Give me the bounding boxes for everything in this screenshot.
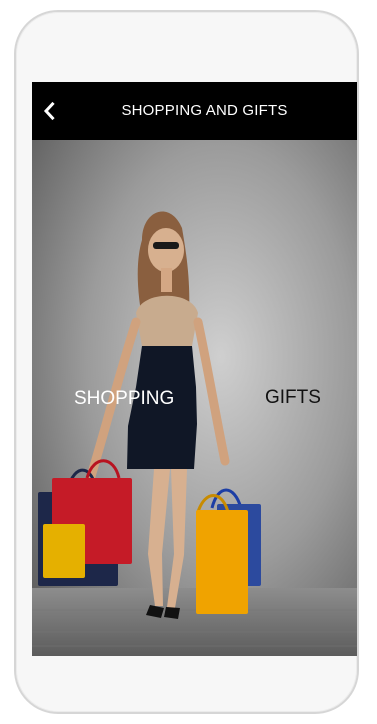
header-bar: SHOPPING AND GIFTS (32, 82, 357, 140)
page-title: SHOPPING AND GIFTS (121, 102, 288, 119)
gifts-link[interactable]: GIFTS (265, 387, 321, 409)
chevron-left-icon (43, 101, 55, 121)
app-screen: SHOPPING AND GIFTS SHOPPING GIFTS (32, 82, 357, 656)
back-button[interactable] (38, 99, 62, 123)
shopping-link[interactable]: SHOPPING (74, 388, 174, 410)
page: SHOPPING AND GIFTS SHOPPING GIFTS (0, 0, 377, 724)
